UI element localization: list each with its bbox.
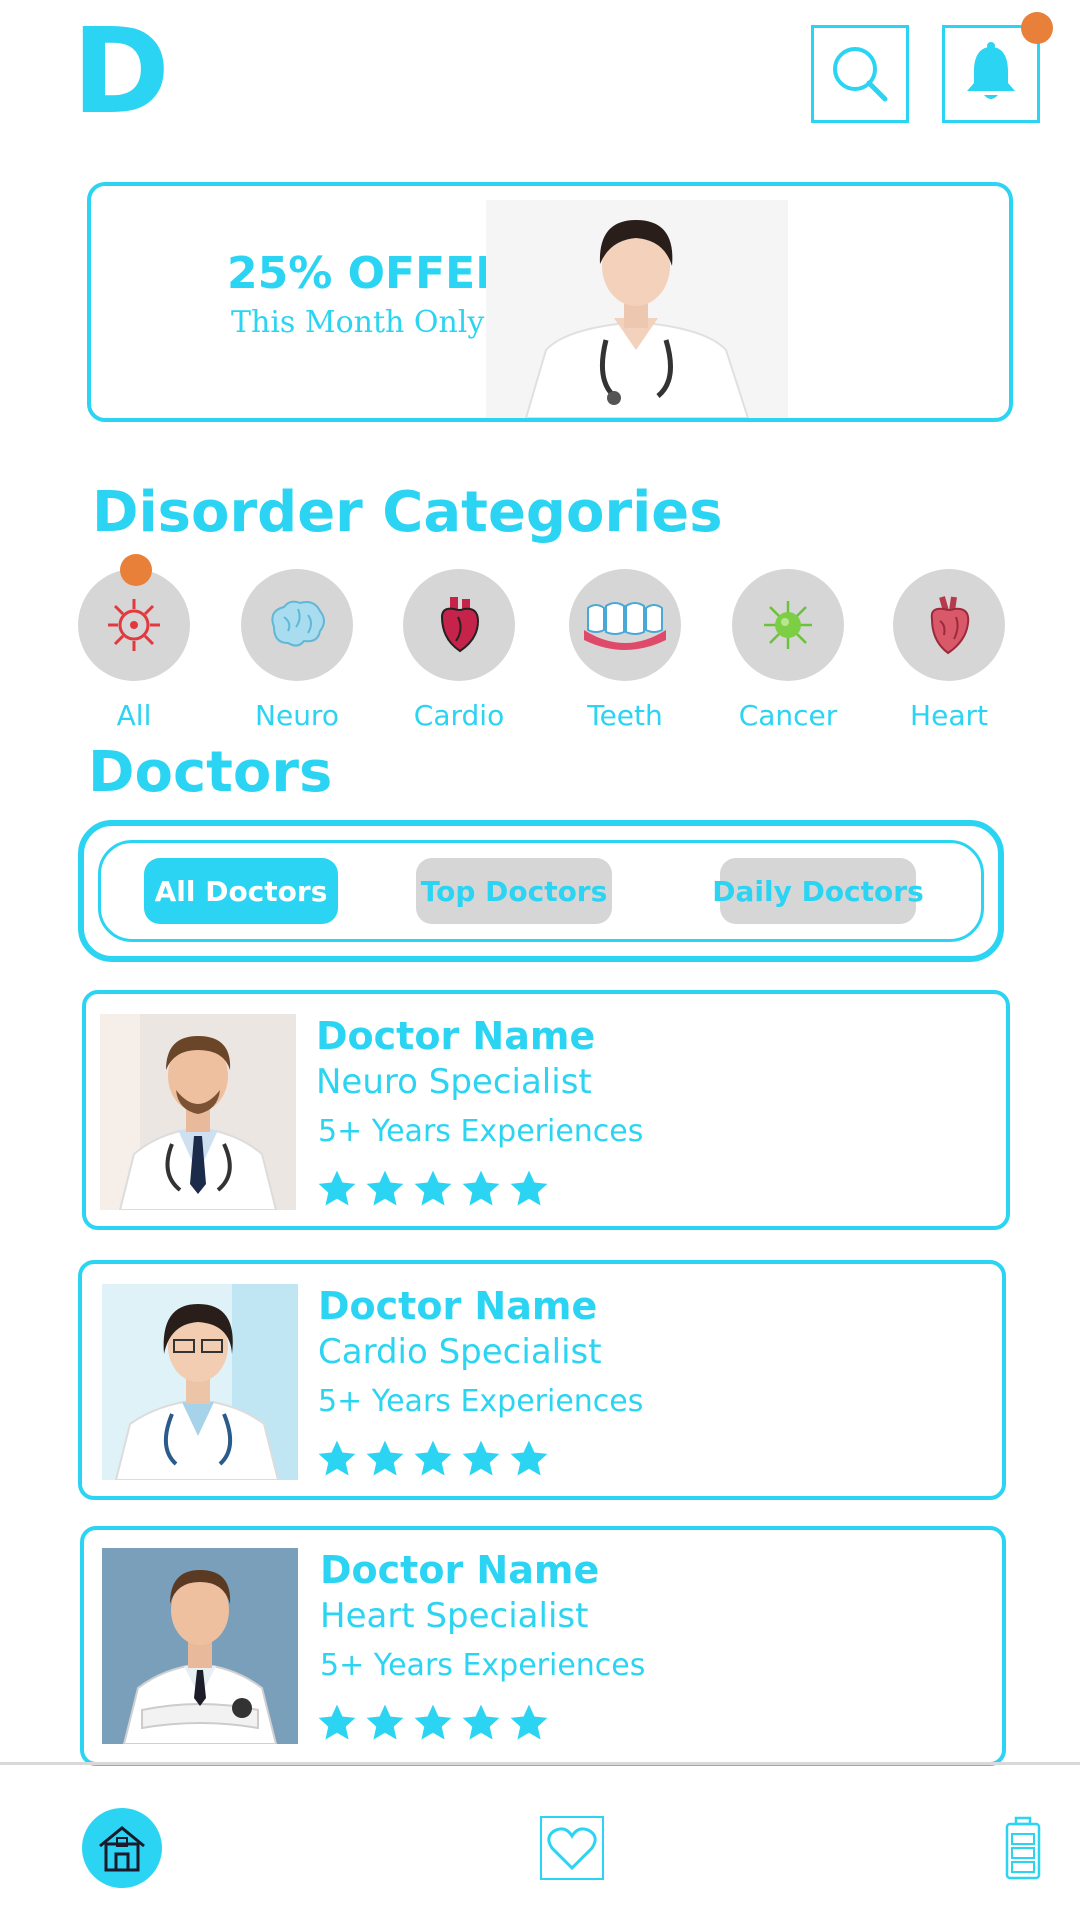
doctor-specialty: Neuro Specialist bbox=[316, 1062, 592, 1102]
category-heart-circle bbox=[893, 569, 1005, 681]
category-neuro-circle bbox=[241, 569, 353, 681]
doctor-specialty: Heart Specialist bbox=[320, 1596, 589, 1636]
offer-subtitle: This Month Only bbox=[231, 305, 485, 340]
category-label: Heart bbox=[910, 699, 988, 732]
category-neuro[interactable]: Neuro bbox=[241, 569, 353, 732]
nav-home-button[interactable] bbox=[82, 1808, 162, 1888]
doctor-experience: 5+ Years Experiences bbox=[320, 1648, 646, 1683]
star-icon bbox=[366, 1170, 404, 1206]
doctor-experience: 5+ Years Experiences bbox=[318, 1384, 644, 1419]
doctor-rating bbox=[316, 1168, 550, 1210]
battery-icon bbox=[1005, 1816, 1041, 1880]
star-icon bbox=[414, 1170, 452, 1206]
virus-icon bbox=[108, 599, 160, 651]
search-button[interactable] bbox=[811, 25, 909, 123]
star-icon bbox=[510, 1704, 548, 1740]
category-heart[interactable]: Heart bbox=[893, 569, 1005, 732]
star-icon bbox=[510, 1170, 548, 1206]
teeth-icon bbox=[584, 602, 666, 650]
category-teeth[interactable]: Teeth bbox=[569, 569, 681, 732]
nav-battery-button[interactable] bbox=[1004, 1816, 1042, 1880]
category-all[interactable]: All bbox=[78, 569, 190, 732]
star-icon bbox=[366, 1704, 404, 1740]
star-icon bbox=[510, 1440, 548, 1476]
heart-icon bbox=[547, 1827, 597, 1871]
cancer-cell-icon bbox=[764, 601, 812, 649]
doctor-photo bbox=[102, 1548, 298, 1744]
star-icon bbox=[414, 1440, 452, 1476]
tab-all-doctors[interactable]: All Doctors bbox=[144, 858, 338, 924]
category-label: Cardio bbox=[413, 699, 505, 732]
doctor-experience: 5+ Years Experiences bbox=[318, 1114, 644, 1149]
notification-dot bbox=[1021, 12, 1053, 44]
category-label: Neuro bbox=[255, 699, 339, 732]
heart-organ-icon bbox=[440, 597, 480, 653]
brain-icon bbox=[271, 600, 325, 647]
doctor-rating bbox=[316, 1438, 550, 1480]
category-cancer[interactable]: Cancer bbox=[732, 569, 844, 732]
star-icon bbox=[318, 1170, 356, 1206]
search-icon bbox=[833, 47, 888, 102]
promo-doctor-photo bbox=[486, 200, 788, 418]
anatomical-heart-icon bbox=[930, 596, 970, 655]
category-label: All bbox=[116, 699, 152, 732]
star-icon bbox=[462, 1440, 500, 1476]
bell-icon bbox=[967, 42, 1015, 99]
star-icon bbox=[366, 1440, 404, 1476]
tab-top-doctors[interactable]: Top Doctors bbox=[416, 858, 612, 924]
star-icon bbox=[414, 1704, 452, 1740]
category-label: Cancer bbox=[738, 699, 838, 732]
doctor-photo bbox=[102, 1284, 298, 1480]
category-label: Teeth bbox=[587, 699, 663, 732]
doctor-name: Doctor Name bbox=[318, 1284, 598, 1328]
nav-favorites-button[interactable] bbox=[540, 1816, 604, 1880]
star-icon bbox=[318, 1440, 356, 1476]
doctor-photo bbox=[100, 1014, 296, 1210]
category-teeth-circle bbox=[569, 569, 681, 681]
offer-title: 25% OFFER bbox=[227, 248, 510, 299]
category-cancer-circle bbox=[732, 569, 844, 681]
category-cardio-circle bbox=[403, 569, 515, 681]
doctor-rating bbox=[316, 1702, 550, 1744]
bottom-nav-divider bbox=[0, 1762, 1080, 1765]
selected-category-dot bbox=[120, 554, 152, 586]
home-icon bbox=[99, 1826, 145, 1872]
star-icon bbox=[318, 1704, 356, 1740]
category-cardio[interactable]: Cardio bbox=[403, 569, 515, 732]
categories-title: Disorder Categories bbox=[92, 480, 723, 545]
star-icon bbox=[462, 1170, 500, 1206]
tab-daily-doctors[interactable]: Daily Doctors bbox=[712, 858, 924, 924]
star-icon bbox=[462, 1704, 500, 1740]
doctors-title: Doctors bbox=[88, 740, 333, 805]
doctor-name: Doctor Name bbox=[320, 1548, 600, 1592]
doctor-name: Doctor Name bbox=[316, 1014, 596, 1058]
app-logo: D bbox=[72, 2, 170, 140]
doctor-specialty: Cardio Specialist bbox=[318, 1332, 602, 1372]
